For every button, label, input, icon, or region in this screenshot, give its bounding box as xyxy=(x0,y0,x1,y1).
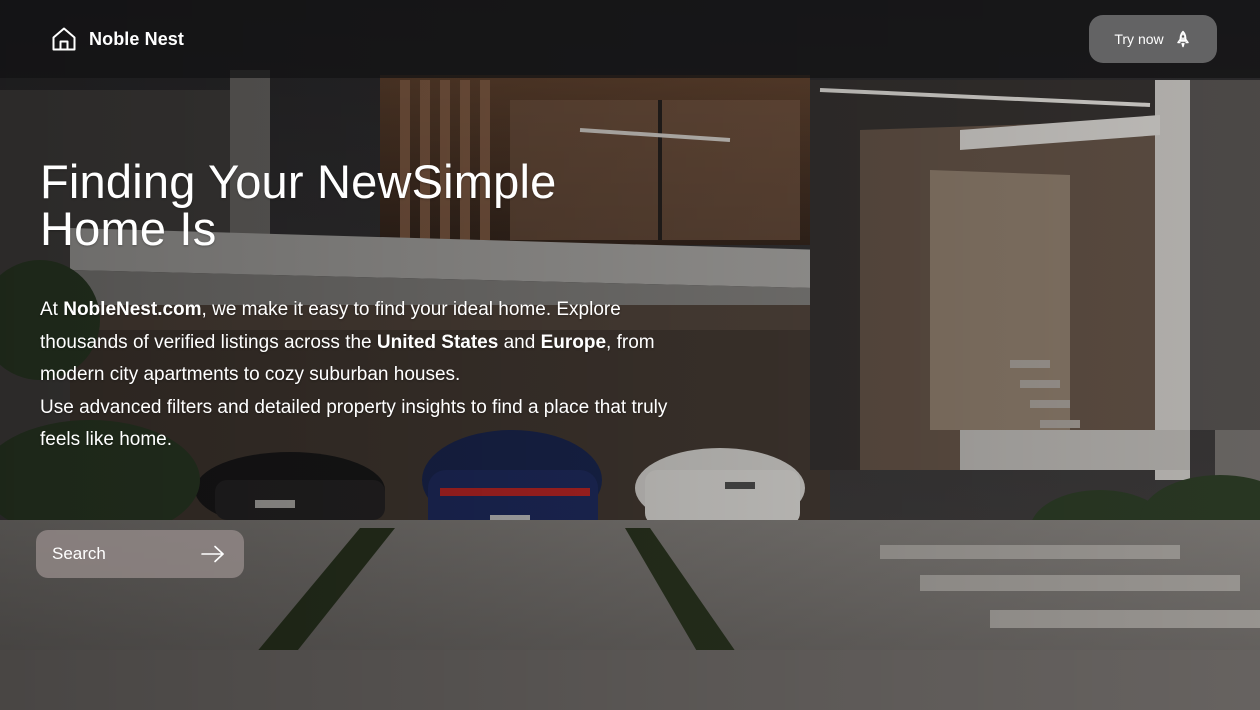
hero-title-line-2: Home Is xyxy=(40,202,217,255)
hero-description: At NobleNest.com, we make it easy to fin… xyxy=(40,294,680,457)
home-icon xyxy=(50,25,78,53)
brand-name: Noble Nest xyxy=(89,28,185,49)
region-europe: Europe xyxy=(540,331,607,353)
hero-title: Finding Your NewSimple Home Is xyxy=(40,158,600,252)
try-now-label: Try now xyxy=(1114,31,1164,47)
top-navigation-bar: Noble Nest Try now xyxy=(0,0,1260,78)
site-name: NobleNest.com xyxy=(63,299,202,320)
hero-paragraph-2: Use advanced filters and detailed proper… xyxy=(40,396,668,451)
try-now-button[interactable]: Try now xyxy=(1089,15,1217,63)
hero-paragraph-1: At NobleNest.com, we make it easy to fin… xyxy=(40,299,655,385)
region-united-states: United States xyxy=(376,331,499,353)
search-label: Search xyxy=(52,544,106,563)
brand-logo-link[interactable]: Noble Nest xyxy=(50,25,184,53)
hero-title-line-1: Finding Your NewSimple xyxy=(40,155,557,208)
search-button[interactable]: Search xyxy=(36,530,244,578)
rocket-icon xyxy=(1174,30,1192,48)
arrow-right-icon xyxy=(200,544,226,564)
